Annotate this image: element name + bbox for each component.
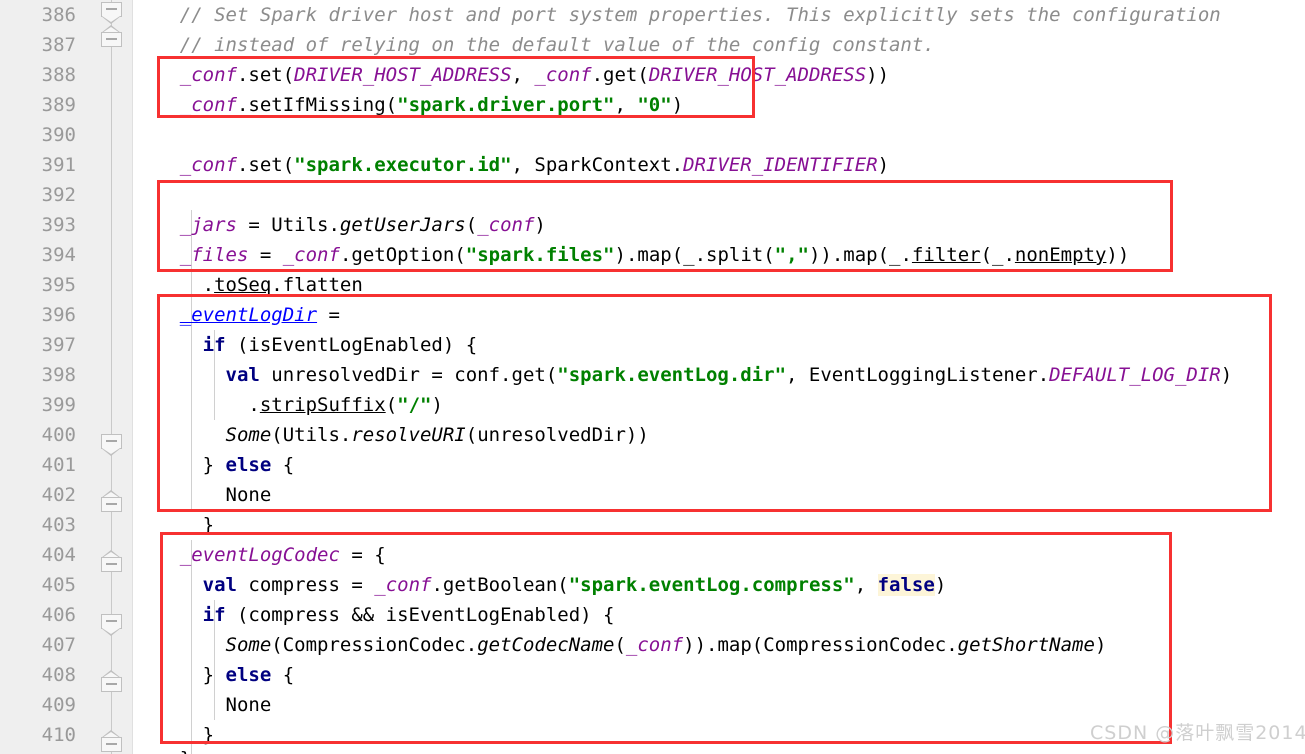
- code-line[interactable]: }: [134, 744, 191, 754]
- line-number: 387: [41, 34, 76, 56]
- code-line[interactable]: if (compress && isEventLogEnabled) {: [134, 600, 615, 630]
- csdn-watermark: CSDN @落叶飘雪2014: [1090, 722, 1305, 744]
- fold-collapse-icon[interactable]: [101, 434, 122, 456]
- code-line[interactable]: val compress = _conf.getBoolean("spark.e…: [134, 570, 946, 600]
- fold-collapse-icon[interactable]: [101, 730, 122, 752]
- line-number: 410: [41, 724, 76, 746]
- fold-rail: [111, 0, 112, 754]
- code-line[interactable]: // instead of relying on the default val…: [134, 30, 935, 60]
- line-number: 396: [41, 304, 76, 326]
- line-number: 404: [41, 544, 76, 566]
- line-number: 408: [41, 664, 76, 686]
- editor-gutter[interactable]: 386 387 388 389 390 391 392 393 394 395 …: [0, 0, 133, 754]
- line-number: 388: [41, 64, 76, 86]
- line-number: 399: [41, 394, 76, 416]
- line-number: 401: [41, 454, 76, 476]
- line-number: 403: [41, 514, 76, 536]
- line-number: 405: [41, 574, 76, 596]
- code-line[interactable]: _conf.set(DRIVER_HOST_ADDRESS, _conf.get…: [134, 60, 889, 90]
- fold-collapse-icon[interactable]: [101, 614, 122, 636]
- code-line[interactable]: } else {: [134, 450, 295, 480]
- line-number: 386: [41, 4, 76, 26]
- fold-collapse-icon[interactable]: [101, 670, 122, 692]
- code-line[interactable]: }: [134, 510, 214, 540]
- code-line[interactable]: None: [134, 480, 272, 510]
- line-number: 397: [41, 334, 76, 356]
- code-line[interactable]: Some(CompressionCodec.getCodecName(_conf…: [134, 630, 1107, 660]
- line-number: 394: [41, 244, 76, 266]
- line-number: 402: [41, 484, 76, 506]
- code-line[interactable]: .stripSuffix("/"): [134, 390, 443, 420]
- code-line[interactable]: _eventLogDir =: [134, 300, 340, 330]
- code-content[interactable]: // Set Spark driver host and port system…: [134, 0, 1305, 754]
- fold-collapse-icon[interactable]: [101, 490, 122, 512]
- fold-collapse-icon[interactable]: [101, 25, 122, 47]
- code-line[interactable]: val unresolvedDir = conf.get("spark.even…: [134, 360, 1233, 390]
- line-number: 398: [41, 364, 76, 386]
- line-number: 407: [41, 634, 76, 656]
- code-line[interactable]: _jars = Utils.getUserJars(_conf): [134, 210, 546, 240]
- code-line[interactable]: _conf.set("spark.executor.id", SparkCont…: [134, 150, 889, 180]
- line-number: 400: [41, 424, 76, 446]
- line-number: 392: [41, 184, 76, 206]
- code-line[interactable]: _conf.setIfMissing("spark.driver.port", …: [134, 90, 683, 120]
- code-line[interactable]: _files = _conf.getOption("spark.files").…: [134, 240, 1130, 270]
- fold-collapse-icon[interactable]: [101, 2, 122, 24]
- line-number: 389: [41, 94, 76, 116]
- line-number: 395: [41, 274, 76, 296]
- line-number: 409: [41, 694, 76, 716]
- code-line[interactable]: .toSeq.flatten: [134, 270, 363, 300]
- line-number: 390: [41, 124, 76, 146]
- code-line[interactable]: if (isEventLogEnabled) {: [134, 330, 478, 360]
- code-line[interactable]: Some(Utils.resolveURI(unresolvedDir)): [134, 420, 649, 450]
- code-line[interactable]: // Set Spark driver host and port system…: [134, 0, 1221, 30]
- line-number: 406: [41, 604, 76, 626]
- line-number: 393: [41, 214, 76, 236]
- code-line[interactable]: } else {: [134, 660, 295, 690]
- code-editor[interactable]: 386 387 388 389 390 391 392 393 394 395 …: [0, 0, 1305, 754]
- line-number: 391: [41, 154, 76, 176]
- code-line[interactable]: None: [134, 690, 272, 720]
- code-line[interactable]: _eventLogCodec = {: [134, 540, 386, 570]
- fold-collapse-icon[interactable]: [101, 550, 122, 572]
